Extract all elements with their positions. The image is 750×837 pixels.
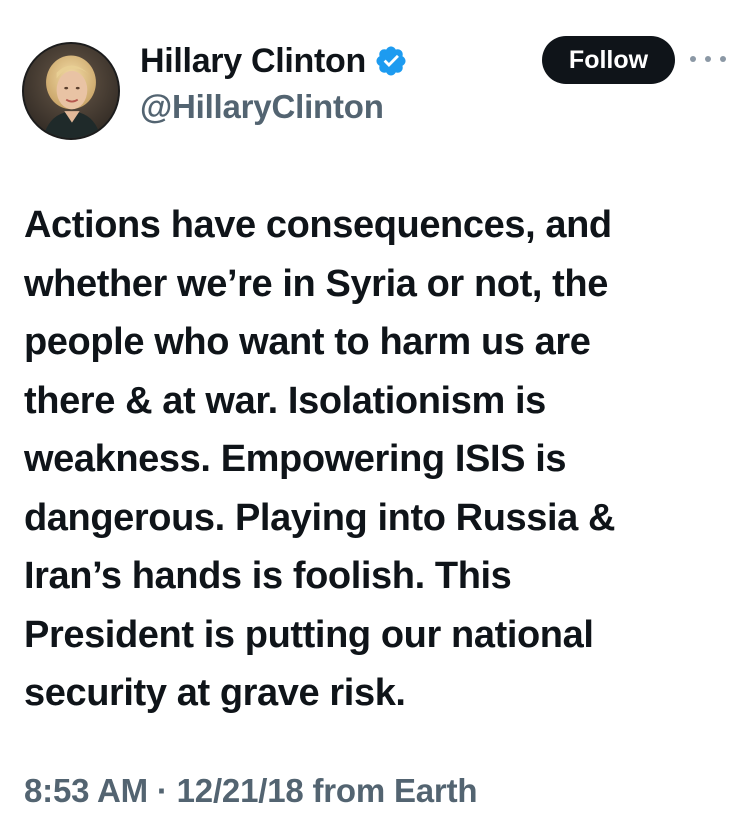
tweet-text-line: security at grave risk. (24, 672, 406, 714)
author-name-row: Hillary Clinton (140, 40, 408, 82)
tweet-text-line: whether we’re in Syria or not, the (24, 262, 608, 305)
tweet-text-line: people who want to harm us are (24, 321, 591, 363)
author-display-name[interactable]: Hillary Clinton (140, 42, 366, 81)
tweet-text-line: President is putting our national (24, 613, 594, 656)
follow-button[interactable]: Follow (542, 36, 675, 84)
verified-badge-icon (374, 44, 408, 78)
tweet-card: Hillary Clinton @HillaryClinton Follow A… (0, 0, 750, 837)
more-dot (690, 56, 696, 62)
tweet-text-line: Actions have consequences, and (24, 204, 612, 246)
tweet-text-line: dangerous. Playing into Russia & (24, 496, 616, 539)
author-handle[interactable]: @HillaryClinton (140, 88, 384, 126)
more-dot (720, 56, 726, 62)
tweet-text-line: Iran’s hands is foolish. This (24, 555, 512, 597)
tweet-timestamp[interactable]: 8:53 AM · 12/21/18 from Earth (24, 772, 478, 810)
tweet-text-line: weakness. Empowering ISIS is (24, 438, 567, 480)
more-dot (705, 56, 711, 62)
tweet-text-line: there & at war. Isolationism is (24, 379, 546, 422)
avatar[interactable] (22, 42, 120, 140)
tweet-text: Actions have consequences, and whether w… (24, 196, 724, 723)
more-options-icon[interactable] (690, 44, 726, 74)
avatar-photo-icon (24, 44, 118, 138)
